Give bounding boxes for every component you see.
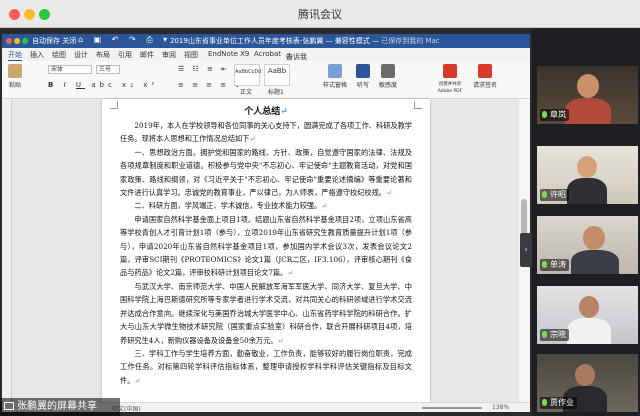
document-page[interactable]: 个人总结↵ 2019年，本人在学校领导和各位同事的关心支持下，圆满完成了各项工作… <box>102 99 430 402</box>
tab-references[interactable]: 引用 <box>118 50 132 60</box>
participant-face <box>577 74 599 98</box>
dictate-button[interactable]: 听写 <box>352 64 374 89</box>
tencent-meeting-window: 腾讯会议 自动保存 关闭 ⌂ ▣ ↶ ↷ ⎙ ▾ 2019山东省事业单位工作人员… <box>0 0 640 416</box>
styles-pane-icon <box>328 64 342 78</box>
chevron-right-icon: › <box>524 245 528 255</box>
meeting-titlebar: 腾讯会议 <box>0 0 640 28</box>
microphone-on-icon <box>542 399 547 406</box>
tab-insert[interactable]: 插入 <box>30 50 44 60</box>
microphone-on-icon <box>542 111 547 118</box>
font-format-buttons[interactable]: B I U abc x₂ x² <box>48 81 158 89</box>
sensitivity-icon <box>381 64 395 78</box>
paragraph-research-title: 二、科研方面，学风端正、学术诚信，专业技术能力较强。↵ <box>134 201 328 211</box>
ribbon-tabs: 开始 插入 绘图 设计 布局 引用 邮件 审阅 视图 EndNote X9 Ac… <box>2 48 530 61</box>
microphone-on-icon <box>542 191 547 198</box>
tab-endnote[interactable]: EndNote X9 <box>208 50 249 58</box>
word-maximize-button[interactable] <box>22 38 28 44</box>
participant-tile[interactable]: 章岚 <box>537 66 638 124</box>
zoom-slider[interactable] <box>422 407 482 409</box>
vertical-ruler <box>2 99 12 402</box>
style-heading1-label: 标题1 <box>268 89 284 96</box>
participant-tile[interactable]: 宗晓 <box>537 286 638 344</box>
microphone-on-icon <box>542 331 547 338</box>
participant-tile[interactable]: 单涛 <box>537 216 638 274</box>
tab-acrobat[interactable]: Acrobat <box>254 50 281 58</box>
participant-body <box>567 178 607 204</box>
paragraph-intro: 2019年，本人在学校领导和各位同事的关心支持下，圆满完成了各项工作、科研及教学… <box>120 121 412 144</box>
participant-body <box>565 98 611 124</box>
signature-icon <box>478 64 492 78</box>
tab-mailings[interactable]: 邮件 <box>140 50 154 60</box>
document-body[interactable]: 个人总结↵ 2019年，本人在学校领导和各位同事的关心支持下，圆满完成了各项工作… <box>120 105 412 387</box>
styles-pane-button[interactable]: 样式窗格 <box>320 64 350 89</box>
font-name-select[interactable]: 宋体 <box>48 65 92 74</box>
paragraph-discipline: 三、学科工作与学生培养方面，勤奋敬业，工作负责，能够较好的履行岗位职责，完成工作… <box>120 348 412 385</box>
participant-tile[interactable]: 贾作业 <box>537 354 638 412</box>
tab-review[interactable]: 审阅 <box>162 50 176 60</box>
participant-face <box>579 296 599 318</box>
crop-mark <box>110 101 118 109</box>
screen-share-area: 自动保存 关闭 ⌂ ▣ ↶ ↷ ⎙ ▾ 2019山东省事业单位工作人员年度考核表… <box>0 28 532 416</box>
zoom-level[interactable]: 138% <box>492 404 509 411</box>
autosave-toggle[interactable]: 自动保存 关闭 <box>32 36 76 46</box>
word-close-button[interactable] <box>6 38 12 44</box>
quick-access-toolbar[interactable]: ⌂ ▣ ↶ ↷ ⎙ ▾ <box>78 35 171 45</box>
participant-body <box>567 318 611 344</box>
participant-face <box>577 156 597 178</box>
microphone-icon <box>356 64 370 78</box>
document-title: 2019山东省事业单位工作人员年度考核表-张鹏翼 — 兼容性模式 — 已保存到我… <box>170 37 440 45</box>
participant-face <box>583 226 605 250</box>
word-minimize-button[interactable] <box>14 38 20 44</box>
tab-design[interactable]: 设计 <box>74 50 88 60</box>
screen-share-icon <box>4 402 14 410</box>
participant-name-tag: 许昭 <box>540 189 569 201</box>
create-pdf-button[interactable]: 创建并共享 Adobe PDF <box>432 64 468 94</box>
participant-name-tag: 宗晓 <box>540 329 569 341</box>
microphone-on-icon <box>542 261 547 268</box>
document-heading: 个人总结↵ <box>244 107 288 117</box>
pdf-icon <box>443 64 457 78</box>
word-titlebar: 自动保存 关闭 ⌂ ▣ ↶ ↷ ⎙ ▾ 2019山东省事业单位工作人员年度考核表… <box>2 34 530 48</box>
crop-mark <box>414 101 422 109</box>
style-normal-label: 正文 <box>240 89 253 96</box>
collapse-panel-button[interactable]: › <box>520 233 532 267</box>
document-canvas: 个人总结↵ 2019年，本人在学校领导和各位同事的关心支持下，圆满完成了各项工作… <box>2 99 530 402</box>
participant-name-tag: 贾作业 <box>540 397 577 409</box>
clipboard-icon <box>8 64 22 78</box>
paste-button[interactable]: 粘贴 <box>6 64 24 89</box>
meeting-app-title: 腾讯会议 <box>298 8 342 21</box>
participant-tile[interactable]: 许昭 <box>537 146 638 204</box>
request-signature-button[interactable]: 请求签名 <box>472 64 498 89</box>
participant-body <box>571 250 619 274</box>
sensitivity-button[interactable]: 敏感度 <box>376 64 400 89</box>
tab-layout[interactable]: 布局 <box>96 50 110 60</box>
style-heading1[interactable]: AaBb <box>264 64 290 86</box>
word-window: 自动保存 关闭 ⌂ ▣ ↶ ↷ ⎙ ▾ 2019山东省事业单位工作人员年度考核表… <box>2 34 530 412</box>
ribbon-home: 粘贴 宋体 三号 B I U abc x₂ x² ☰ ☷ ≡ ⇤ ⇥ ≡ ≡ ≡… <box>2 61 530 99</box>
paragraph-politics: 一、思想政治方面。拥护党和国家的路线、方针、政策，自觉遵守国家的法律、法规及各项… <box>120 147 412 198</box>
paragraph-cooperation: 与武汉大学、南京师范大学、中国人民解放军海军军医大学、同济大学、复旦大学、中国科… <box>120 281 412 345</box>
style-normal[interactable]: AaBbCcDd <box>234 64 261 86</box>
participant-name-tag: 章岚 <box>540 109 569 121</box>
tab-home[interactable]: 开始 <box>8 50 22 61</box>
screen-share-banner: 张鹏翼的屏幕共享 <box>0 398 120 416</box>
tab-view[interactable]: 视图 <box>184 50 198 60</box>
tab-draw[interactable]: 绘图 <box>52 50 66 60</box>
font-size-select[interactable]: 三号 <box>96 65 120 74</box>
paragraph-research-detail: 申请国家自然科学基金面上项目1项。结题山东省自然科学基金项目2项，立项山东省高等… <box>120 214 412 278</box>
participant-panel: 章岚 许昭 单涛 宗晓 贾作业 <box>534 28 640 416</box>
participant-name-tag: 单涛 <box>540 259 569 271</box>
participant-face <box>575 364 595 386</box>
